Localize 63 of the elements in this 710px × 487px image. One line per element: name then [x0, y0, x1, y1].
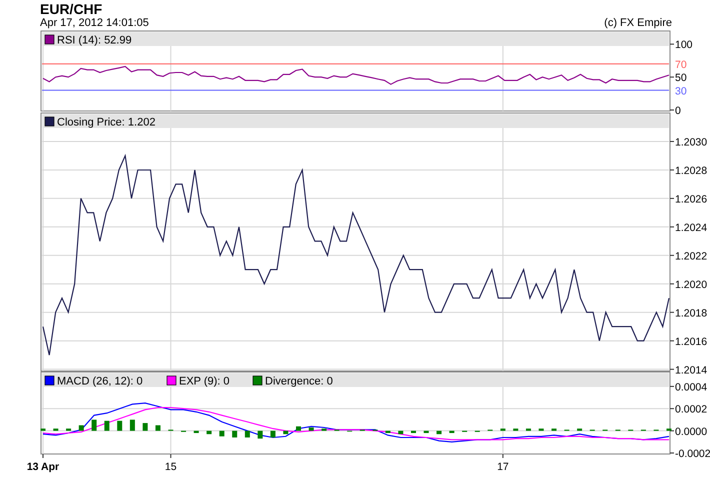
axis-label: 0: [675, 105, 681, 117]
legend-label: Divergence: 0: [265, 376, 333, 388]
divergence-bar: [40, 428, 46, 431]
divergence-bar: [308, 427, 314, 431]
axis-label: 1.2028: [675, 164, 708, 177]
divergence-bar: [244, 430, 250, 438]
axis-label: 100: [675, 39, 693, 52]
divergence-bar: [449, 430, 454, 434]
divergence-bar: [219, 430, 224, 436]
divergence-bar: [538, 428, 544, 431]
divergence-bar: [322, 428, 327, 431]
axis-label: 0.0004: [675, 381, 708, 394]
divergence-bar: [142, 423, 148, 431]
divergence-bar: [232, 430, 238, 438]
axis-label: 1.2016: [675, 336, 708, 348]
axis-label: 1.2020: [675, 278, 708, 291]
axis-label: 0.0002: [675, 404, 708, 416]
axis-label: 0.0000: [675, 426, 708, 438]
divergence-bar: [436, 430, 442, 434]
divergence-bar: [117, 420, 122, 431]
legend-label: Closing Price: 1.202: [57, 116, 156, 128]
axis-label: 50: [675, 72, 687, 84]
divergence-bar: [258, 430, 263, 439]
copyright-text: (c) FX Empire: [604, 17, 672, 30]
axis-label: 1.2026: [675, 193, 708, 206]
legend-label: MACD (26, 12): 0: [57, 376, 143, 388]
divergence-bar: [500, 428, 506, 431]
divergence-bar: [666, 428, 672, 431]
divergence-bar: [577, 428, 582, 431]
divergence-bar: [552, 428, 557, 431]
divergence-bar: [270, 430, 276, 438]
legend-label: EXP (9): 0: [179, 376, 230, 388]
divergence-bar: [92, 420, 97, 431]
divergence-bar: [296, 426, 301, 431]
divergence-bar: [206, 430, 212, 434]
divergence-bar: [194, 430, 199, 434]
axis-label: 70: [675, 58, 687, 71]
axis-label: 30: [675, 85, 687, 98]
chart-title: EUR/CHF: [39, 0, 104, 17]
axis-label: 13 Apr: [26, 461, 60, 473]
axis-label: 1.2018: [675, 307, 708, 320]
divergence-bar: [78, 425, 84, 431]
divergence-bar: [411, 430, 416, 434]
axis-label: -0.0002: [675, 448, 710, 460]
divergence-bar: [130, 420, 135, 431]
legend-label: RSI (14): 52.99: [57, 34, 132, 46]
axis-label: 1.2022: [675, 250, 708, 262]
axis-label: 1.2014: [675, 364, 708, 376]
divergence-bar: [424, 430, 429, 434]
divergence-bar: [513, 428, 518, 431]
divergence-bar: [283, 430, 288, 434]
axis-label: 1.2030: [675, 136, 708, 148]
divergence-bar: [526, 428, 531, 431]
divergence-bar: [155, 425, 160, 431]
divergence-bar: [398, 430, 404, 434]
divergence-bar: [385, 430, 390, 434]
divergence-bar: [53, 428, 58, 431]
axis-label: 17: [497, 461, 509, 473]
axis-label: 1.2024: [675, 222, 708, 234]
axis-label: 15: [164, 461, 177, 473]
timestamp: Apr 17, 2012 14:01:05: [40, 17, 149, 30]
divergence-bar: [66, 428, 72, 431]
divergence-bar: [104, 420, 110, 431]
